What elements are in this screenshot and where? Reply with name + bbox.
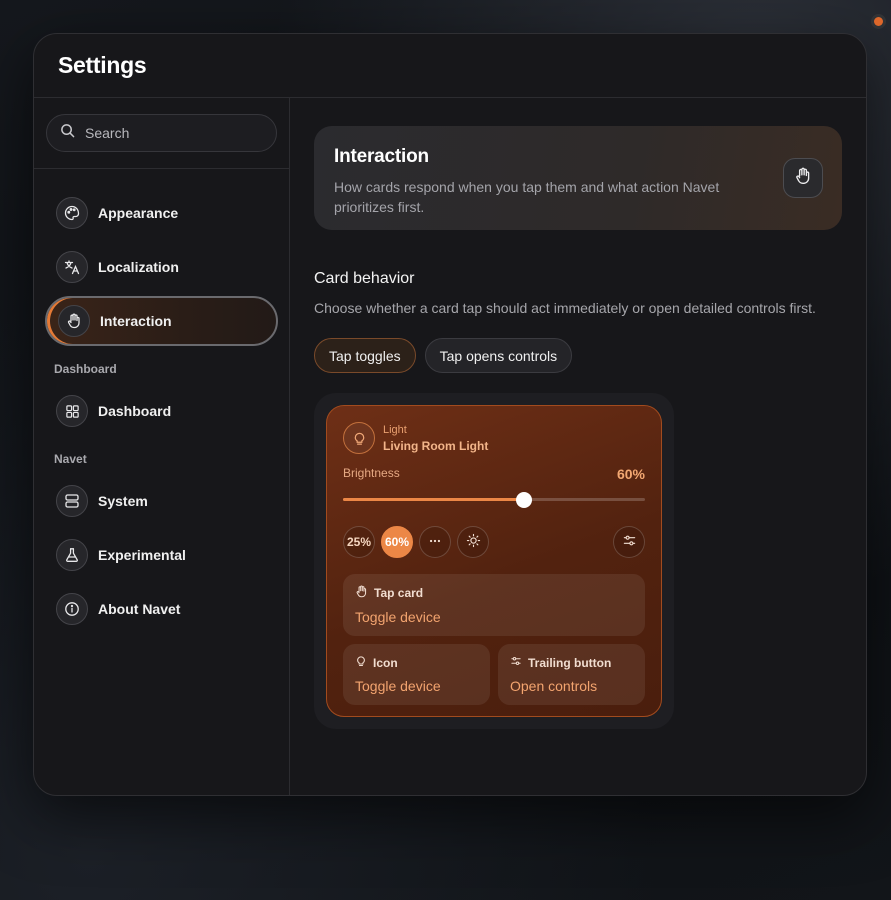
card-titles: Light Living Room Light	[383, 424, 488, 453]
hand-icon	[355, 585, 368, 601]
device-type: Light	[383, 423, 407, 436]
page-title: Interaction	[334, 146, 429, 167]
brightness-value: 60%	[616, 466, 645, 482]
sliders-icon	[622, 533, 637, 551]
hero-hand-button[interactable]	[783, 158, 823, 198]
open-controls-button[interactable]	[613, 526, 645, 558]
sidebar-item-appearance[interactable]: Appearance	[45, 188, 278, 238]
interaction-hero: Interaction How cards respond when you t…	[314, 126, 842, 230]
card-behavior-title: Card behavior	[314, 270, 415, 287]
card-behavior-description: Choose whether a card tap should act imm…	[314, 300, 816, 316]
bulb-icon[interactable]	[343, 422, 375, 454]
sidebar-item-label: System	[98, 493, 148, 509]
tap-card-label: Tap card	[374, 586, 424, 600]
brightness-label: Brightness	[343, 466, 400, 480]
sidebar-section-dashboard: Dashboard	[54, 362, 117, 376]
slider-fill	[343, 498, 525, 501]
search-icon	[60, 123, 75, 143]
card-preview: Light Living Room Light Brightness 60% 2…	[314, 393, 674, 729]
brightness-button[interactable]	[457, 526, 489, 558]
icon-tile-action: Toggle device	[355, 678, 441, 694]
bulb-icon	[355, 655, 367, 670]
sidebar-item-dashboard[interactable]: Dashboard	[45, 386, 278, 436]
option-tap-opens-controls[interactable]: Tap opens controls	[424, 338, 573, 373]
sidebar-item-label: About Navet	[98, 601, 181, 617]
window-body: Appearance Localization Interaction Dash…	[34, 98, 866, 795]
palette-icon	[56, 197, 88, 229]
sidebar-item-label: Interaction	[100, 313, 172, 329]
sidebar-item-label: Experimental	[98, 547, 186, 563]
sidebar-section-navet: Navet	[54, 452, 87, 466]
option-tap-toggles[interactable]: Tap toggles	[314, 338, 416, 373]
window-title: Settings	[58, 52, 147, 78]
ellipsis-icon	[428, 534, 442, 551]
brightness-row: Brightness 60%	[343, 466, 645, 482]
preset-25-button[interactable]: 25%	[343, 526, 375, 558]
search-input[interactable]	[85, 125, 255, 141]
device-card[interactable]: Light Living Room Light Brightness 60% 2…	[326, 405, 662, 717]
trailing-tile-header: Trailing button	[510, 655, 633, 670]
card-behavior-options: Tap toggles Tap opens controls	[314, 338, 842, 373]
sidebar-item-label: Dashboard	[98, 403, 172, 419]
sidebar: Appearance Localization Interaction Dash…	[34, 98, 290, 795]
sidebar-item-interaction[interactable]: Interaction	[45, 296, 278, 346]
preset-60-button[interactable]: 60%	[381, 526, 413, 558]
translate-icon	[56, 251, 88, 283]
info-icon	[56, 593, 88, 625]
tap-card-header: Tap card	[355, 585, 633, 601]
search-box[interactable]	[46, 114, 277, 152]
card-header: Light Living Room Light	[343, 422, 645, 454]
window-header: Settings	[34, 34, 866, 98]
page-description: How cards respond when you tap them and …	[334, 179, 720, 215]
sidebar-item-experimental[interactable]: Experimental	[45, 530, 278, 580]
sidebar-nav: Appearance Localization Interaction Dash…	[34, 169, 289, 634]
search-area	[34, 98, 289, 169]
icon-tile-header: Icon	[355, 655, 478, 670]
sidebar-item-label: Localization	[98, 259, 179, 275]
more-button[interactable]	[419, 526, 451, 558]
tap-card-action: Toggle device	[355, 609, 441, 625]
settings-window: Settings Appearance	[33, 33, 867, 796]
icon-tile: Icon Toggle device	[343, 644, 490, 705]
trailing-tile: Trailing button Open controls	[498, 644, 645, 705]
icon-tile-label: Icon	[373, 655, 398, 670]
server-icon	[56, 485, 88, 517]
tiles-row: Icon Toggle device Trailing button Open …	[343, 644, 645, 705]
brightness-slider[interactable]	[343, 492, 645, 508]
status-dot	[874, 17, 883, 26]
main-content: Interaction How cards respond when you t…	[290, 98, 866, 795]
trailing-tile-action: Open controls	[510, 678, 598, 694]
hand-icon	[58, 305, 90, 337]
sidebar-item-label: Appearance	[98, 205, 179, 221]
sliders-icon	[510, 655, 522, 670]
sun-icon	[466, 533, 481, 551]
hand-icon	[794, 167, 812, 190]
quick-actions: 25% 60%	[343, 526, 645, 558]
sidebar-item-localization[interactable]: Localization	[45, 242, 278, 292]
flask-icon	[56, 539, 88, 571]
tap-card-tile: Tap card Toggle device	[343, 574, 645, 636]
grid-icon	[56, 395, 88, 427]
slider-thumb[interactable]	[516, 492, 533, 508]
device-name: Living Room Light	[383, 438, 489, 453]
sidebar-item-system[interactable]: System	[45, 476, 278, 526]
trailing-tile-label: Trailing button	[528, 655, 612, 670]
sidebar-item-about[interactable]: About Navet	[45, 584, 278, 634]
